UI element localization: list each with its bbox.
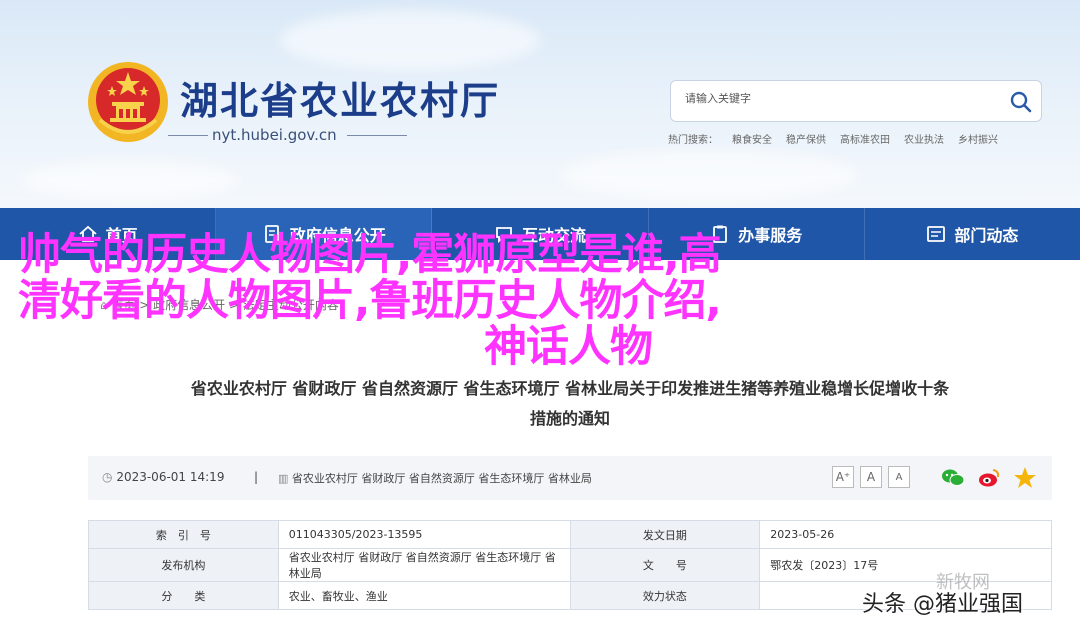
- meta-separator: |: [254, 470, 259, 484]
- hot-search: 热门搜索： 粮食安全 稳产保供 高标准农田 农业执法 乡村振兴: [668, 131, 998, 146]
- overlay-headline-line: 帅气的历史人物图片,霍狮原型是谁,高: [18, 230, 722, 280]
- table-value: 2023-05-26: [759, 520, 1052, 549]
- article-title-line: 措施的通知: [529, 409, 610, 428]
- national-emblem-icon: [88, 62, 168, 142]
- publish-date-text: 2023-06-01 14:19: [116, 470, 225, 484]
- font-larger-button[interactable]: A⁺: [832, 466, 854, 488]
- table-label: 效力状态: [569, 581, 761, 610]
- table-value: 省农业农村厅 省财政厅 省自然资源厅 省生态环境厅 省林业局: [277, 548, 571, 582]
- hot-search-term[interactable]: 粮食安全: [732, 131, 772, 146]
- hot-search-label: 热门搜索：: [668, 135, 718, 146]
- article-sources: ▥ 省农业农村厅 省财政厅 省自然资源厅 省生态环境厅 省林业局: [278, 470, 592, 486]
- site-header: 湖北省农业农村厅 nyt.hubei.gov.cn 热门搜索： 粮食安全 稳产保…: [0, 0, 1080, 208]
- font-smaller-button[interactable]: A: [888, 466, 910, 488]
- clock-icon: ◷: [102, 470, 113, 484]
- publish-date: ◷ 2023-06-01 14:19: [102, 470, 224, 484]
- overlay-headline: 帅气的历史人物图片,霍狮原型是谁,高 清好看的人物图片,鲁班历史人物介绍, 神话…: [18, 232, 1018, 370]
- site-title[interactable]: 湖北省农业农村厅: [180, 70, 500, 125]
- share-icons: [940, 465, 1038, 491]
- favorite-star-icon[interactable]: [1012, 465, 1038, 491]
- weibo-icon[interactable]: [976, 465, 1002, 491]
- table-label: 分 类: [88, 581, 279, 610]
- hot-search-term[interactable]: 农业执法: [904, 131, 944, 146]
- hot-search-term[interactable]: 高标准农田: [840, 131, 890, 146]
- font-size-controls: A⁺ A A: [832, 466, 910, 488]
- article-sources-text: 省农业农村厅 省财政厅 省自然资源厅 省生态环境厅 省林业局: [291, 472, 592, 485]
- font-default-button[interactable]: A: [860, 466, 882, 488]
- search-box: [670, 80, 1042, 122]
- table-label: 发布机构: [88, 548, 279, 582]
- cloud-decoration: [280, 10, 540, 70]
- search-input[interactable]: [685, 92, 985, 105]
- table-label: 发文日期: [569, 520, 761, 549]
- table-value: 011043305/2023-13595: [277, 520, 571, 549]
- overlay-headline-line: 神话人物: [484, 322, 653, 372]
- hot-search-term[interactable]: 稳产保供: [786, 131, 826, 146]
- watermark-main: 头条 @猪业强国: [862, 592, 1023, 617]
- article-meta-bar: ◷ 2023-06-01 14:19 | ▥ 省农业农村厅 省财政厅 省自然资源…: [88, 456, 1052, 500]
- article-title-line: 省农业农村厅 省财政厅 省自然资源厅 省生态环境厅 省林业局关于印发推进生猪等养…: [190, 379, 950, 398]
- table-value: 农业、畜牧业、渔业: [277, 581, 571, 610]
- hot-search-term[interactable]: 乡村振兴: [958, 131, 998, 146]
- table-row: 索 引 号 011043305/2023-13595 发文日期 2023-05-…: [88, 520, 1052, 549]
- wechat-icon[interactable]: [940, 465, 966, 491]
- table-label: 索 引 号: [88, 520, 279, 549]
- table-label: 文 号: [569, 548, 761, 582]
- table-value: 鄂农发〔2023〕17号: [759, 548, 1052, 582]
- search-icon[interactable]: [1009, 90, 1033, 114]
- site-url: nyt.hubei.gov.cn: [168, 126, 407, 144]
- table-row: 发布机构 省农业农村厅 省财政厅 省自然资源厅 省生态环境厅 省林业局 文 号 …: [88, 548, 1052, 582]
- cloud-decoration: [560, 150, 860, 200]
- overlay-headline-line: 清好看的人物图片,鲁班历史人物介绍,: [18, 276, 722, 326]
- cloud-decoration: [20, 160, 240, 200]
- article-title: 省农业农村厅 省财政厅 省自然资源厅 省生态环境厅 省林业局关于印发推进生猪等养…: [98, 374, 1042, 434]
- building-icon: ▥: [278, 472, 289, 485]
